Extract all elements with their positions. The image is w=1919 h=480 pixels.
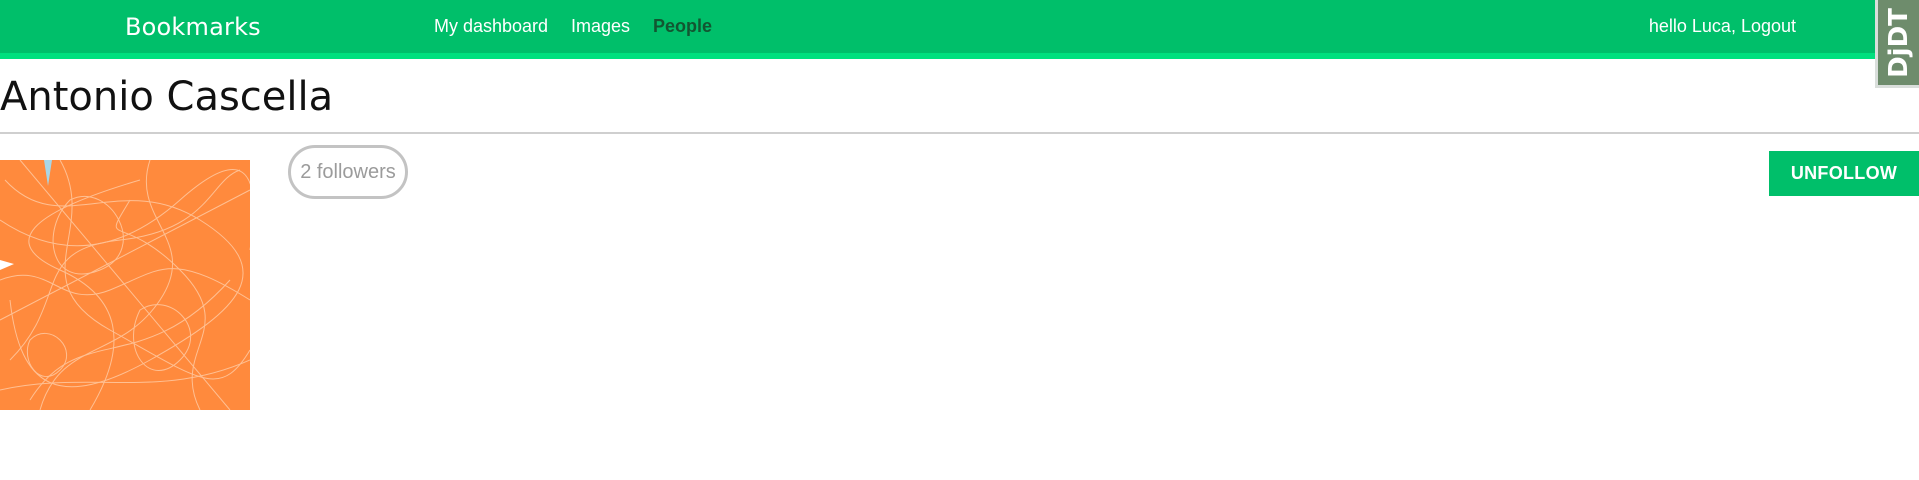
user-greeting-logout[interactable]: hello Luca, Logout [1649, 16, 1796, 37]
followers-count-badge: 2 followers [288, 145, 408, 199]
site-logo[interactable]: Bookmarks [125, 13, 261, 41]
unfollow-button[interactable]: UNFOLLOW [1769, 151, 1919, 196]
nav-images[interactable]: Images [571, 16, 630, 37]
nav-my-dashboard[interactable]: My dashboard [434, 16, 548, 37]
top-navbar: Bookmarks My dashboard Images People hel… [0, 0, 1919, 59]
nav-people[interactable]: People [653, 16, 712, 37]
djdt-label: DjDT [1883, 7, 1914, 78]
title-divider [0, 132, 1919, 134]
profile-avatar [0, 160, 250, 410]
django-debug-toolbar-handle[interactable]: DjDT [1875, 0, 1919, 88]
page-title: Antonio Cascella [0, 74, 334, 120]
avatar-scribble-image [0, 160, 250, 410]
